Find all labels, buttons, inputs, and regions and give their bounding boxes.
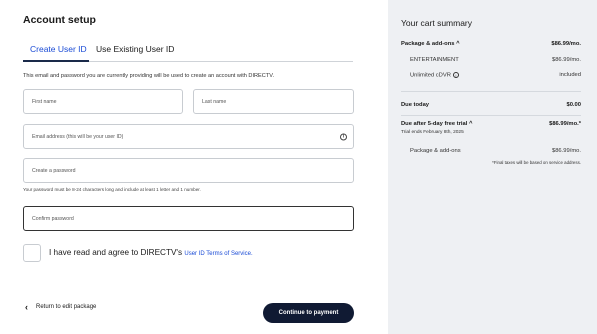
cart-item-entertainment: ENTERTAINMENT $86.99/mo. (410, 57, 581, 63)
password-field[interactable]: Create a password (23, 158, 354, 183)
item-price: $86.99/mo. (551, 57, 581, 63)
password-hint: Your password must be 8-24 characters lo… (23, 187, 201, 192)
tab-create-user-id[interactable]: Create User ID (30, 44, 87, 54)
divider (401, 91, 581, 92)
package-addons-toggle[interactable]: Package & add-ons ^ $86.99/mo. (401, 41, 581, 47)
chevron-left-icon: ‹ (25, 302, 28, 312)
item-price: included (559, 72, 581, 78)
due-today-value: $0.00 (566, 102, 581, 108)
due-after-value: $86.99/mo.* (549, 121, 581, 127)
first-name-placeholder: First name (32, 98, 57, 105)
agree-checkbox[interactable] (23, 244, 41, 262)
tab-use-existing-user-id[interactable]: Use Existing User ID (96, 44, 174, 54)
first-name-field[interactable]: First name (23, 89, 183, 114)
account-info-text: This email and password you are currentl… (23, 73, 275, 79)
active-tab-indicator (23, 60, 89, 62)
email-field[interactable]: Email address (this will be your user ID… (23, 124, 354, 149)
last-name-placeholder: Last name (202, 98, 227, 105)
account-tabs: Create User ID Use Existing User ID (23, 44, 353, 62)
email-placeholder: Email address (this will be your user ID… (32, 133, 124, 140)
continue-to-payment-button[interactable]: Continue to payment (263, 303, 354, 323)
due-after-trial-toggle[interactable]: Due after 5-day free trial ^ $86.99/mo.* (401, 121, 581, 127)
package-addons-label: Package & add-ons (401, 41, 455, 47)
back-label: Return to edit package (36, 304, 97, 310)
last-name-field[interactable]: Last name (193, 89, 354, 114)
tax-note: *Final taxes will be based on service ad… (492, 160, 581, 165)
due-today-row: Due today $0.00 (401, 102, 581, 108)
package-addons-price: $86.99/mo. (551, 41, 581, 47)
cart-summary-panel: Your cart summary Package & add-ons ^ $8… (388, 0, 597, 334)
return-to-edit-package-link[interactable]: ‹ Return to edit package (25, 302, 97, 312)
item-label: ENTERTAINMENT (410, 57, 459, 63)
info-icon[interactable]: i (452, 72, 459, 78)
chevron-up-icon: ^ (469, 121, 473, 127)
info-icon[interactable]: i (340, 133, 347, 140)
terms-of-service-link[interactable]: User ID Terms of Service. (184, 251, 252, 257)
item-label: Unlimited cDVR (410, 72, 451, 79)
divider (401, 115, 581, 116)
page-title: Account setup (23, 14, 96, 26)
due-today-label: Due today (401, 102, 430, 108)
agree-label: I have read and agree to DIRECTV's User … (49, 248, 253, 257)
confirm-password-placeholder: Confirm password (32, 215, 74, 222)
item-label: Package & add-ons (410, 148, 461, 154)
confirm-password-field[interactable]: Confirm password (23, 206, 354, 231)
cart-item-unlimited-cdvr: Unlimited cDVR i included (410, 72, 581, 79)
due-after-label: Due after 5-day free trial (401, 121, 468, 127)
agree-text: I have read and agree to DIRECTV's (49, 248, 183, 257)
trial-ends-text: Trial ends February 8th, 2025 (401, 130, 464, 135)
item-price: $86.99/mo. (551, 148, 581, 154)
chevron-up-icon: ^ (456, 41, 460, 47)
password-placeholder: Create a password (32, 167, 76, 174)
after-trial-package-row: Package & add-ons $86.99/mo. (410, 148, 581, 154)
cart-summary-title: Your cart summary (401, 18, 473, 28)
account-setup-panel: Account setup Create User ID Use Existin… (0, 0, 384, 334)
